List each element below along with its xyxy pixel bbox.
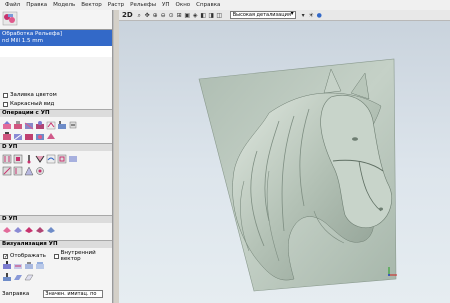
profile-icon[interactable] [2, 154, 12, 164]
shading-icon[interactable]: ▾ [300, 12, 307, 19]
menu-item[interactable]: Растр [105, 0, 127, 10]
fill-color-label: Заливка цветом [10, 92, 57, 98]
relief-model[interactable] [119, 21, 450, 303]
menu-item[interactable]: Рельефы [127, 0, 159, 10]
visualization-icon-row-2 [2, 272, 34, 282]
toolpath-op-icon[interactable] [46, 120, 56, 130]
toolpath-op-icon[interactable] [2, 131, 12, 141]
toolpath-tree-item[interactable]: Обработка Рельефа] nd Mill 1.5 mm [0, 30, 112, 46]
2d-section-title[interactable]: D УП [0, 143, 112, 151]
pocket-icon[interactable] [13, 154, 23, 164]
wireframe-row[interactable]: Каркасный вид [3, 101, 54, 107]
menu-bar: Файл Правка Модель Вектор Растр Рельефы УП Окно… [0, 0, 450, 10]
projection-icon[interactable] [46, 224, 56, 234]
engrave-icon[interactable] [46, 154, 56, 164]
menu-item[interactable]: Справка [193, 0, 223, 10]
menu-item[interactable]: Вектор [78, 0, 105, 10]
relief-machining-icon[interactable] [24, 224, 34, 234]
pan-icon[interactable]: ✥ [144, 12, 151, 19]
reset-simulation-icon[interactable] [35, 260, 45, 270]
horse-eye [352, 137, 358, 141]
toolpath-op-icon[interactable] [68, 120, 78, 130]
bottom-label: Заправка [2, 291, 30, 297]
3d-icon-row [2, 224, 56, 234]
display-label: Отображать [10, 253, 46, 259]
inlay-icon[interactable] [57, 154, 67, 164]
view-bottom-icon[interactable]: ◫ [216, 12, 223, 19]
finishing-icon[interactable] [13, 224, 23, 234]
material-icon[interactable] [13, 272, 23, 282]
toolpath-name: Обработка Рельефа] [2, 31, 63, 37]
viewport-toolbar: 2D ⌕ ✥ ⊕ ⊖ ⊙ ⊞ ▣ ◈ ◧ ◨ ◫ Высокая детализ… [119, 10, 450, 21]
toolpath-op-icon[interactable] [24, 120, 34, 130]
toolpath-tree: Обработка Рельефа] nd Mill 1.5 mm [0, 29, 112, 57]
texture-icon[interactable] [68, 154, 78, 164]
view-top-icon[interactable]: ▣ [184, 12, 191, 19]
operations-section-title[interactable]: Операции с УП [0, 109, 112, 117]
wireframe-checkbox[interactable] [3, 101, 8, 107]
vcarve-icon[interactable] [35, 154, 45, 164]
roughing-icon[interactable] [2, 224, 12, 234]
cutout-icon[interactable] [35, 166, 45, 176]
toolpath-op-icon[interactable] [46, 131, 56, 141]
view-iso-icon[interactable]: ◈ [192, 12, 199, 19]
view-left-icon[interactable]: ◧ [200, 12, 207, 19]
axis-origin [388, 274, 390, 276]
prism-icon[interactable] [24, 166, 34, 176]
simulate-region-icon[interactable] [24, 260, 34, 270]
menu-item[interactable]: Правка [23, 0, 50, 10]
simulation-combo[interactable]: Значен. имитац. по [43, 290, 104, 298]
horse-nostril [379, 207, 383, 211]
3d-section-title[interactable]: D УП [0, 215, 112, 223]
fluting-icon[interactable] [13, 166, 23, 176]
bottom-row: Заправка Значен. имитац. по [0, 286, 112, 302]
inner-vector-checkbox[interactable] [53, 253, 59, 259]
zoom-all-icon[interactable]: ⊞ [176, 12, 183, 19]
fill-color-checkbox[interactable] [3, 92, 8, 98]
toolpath-tool: nd Mill 1.5 mm [2, 38, 44, 44]
visualization-section-title[interactable]: Визуализация УП [0, 240, 112, 248]
preview-tool-icon[interactable] [2, 272, 12, 282]
3d-viewport[interactable]: 2D ⌕ ✥ ⊕ ⊖ ⊙ ⊞ ▣ ◈ ◧ ◨ ◫ Высокая детализ… [119, 10, 450, 303]
toolpath-op-icon[interactable] [35, 120, 45, 130]
simulate-fast-icon[interactable] [13, 260, 23, 270]
toolpath-op-icon[interactable] [2, 120, 12, 130]
toolpath-summary-icon[interactable] [24, 272, 34, 282]
menu-item[interactable]: УП [159, 0, 173, 10]
2d-icon-row-2 [2, 166, 45, 176]
toolpath-op-icon[interactable] [13, 131, 23, 141]
toolpath-op-icon[interactable] [35, 131, 45, 141]
relief-tool-icon[interactable] [2, 11, 20, 27]
zoom-previous-icon[interactable]: ⊙ [168, 12, 175, 19]
chamfer-icon[interactable] [2, 166, 12, 176]
toolpath-op-icon[interactable] [13, 120, 23, 130]
wireframe-label: Каркасный вид [10, 101, 55, 107]
inner-vector-label: Внутренний вектор [60, 250, 96, 262]
operations-icon-row-2 [2, 131, 56, 141]
display-checkbox[interactable] [3, 253, 8, 259]
simulate-icon[interactable] [2, 260, 12, 270]
operations-icon-row-1 [2, 120, 78, 130]
view-right-icon[interactable]: ◨ [208, 12, 215, 19]
panel-toolbar [0, 10, 112, 30]
left-panel: Обработка Рельефа] nd Mill 1.5 mm Заливк… [0, 10, 113, 303]
toolpath-op-icon[interactable] [57, 120, 67, 130]
menu-item[interactable]: Файл [2, 0, 23, 10]
help-icon[interactable]: ● [316, 12, 323, 19]
fill-color-row[interactable]: Заливка цветом [3, 92, 57, 98]
toolpath-op-icon[interactable] [24, 131, 34, 141]
visualization-icon-row-1 [2, 260, 45, 270]
lighting-icon[interactable]: ☀ [308, 12, 315, 19]
zlevel-icon[interactable] [35, 224, 45, 234]
zoom-in-icon[interactable]: ⊕ [152, 12, 159, 19]
detail-level-dropdown[interactable]: Высокая детализация [229, 11, 296, 19]
2d-icon-row-1 [2, 154, 78, 164]
menu-item[interactable]: Окно [173, 0, 194, 10]
menu-item[interactable]: Модель [50, 0, 78, 10]
zoom-out-icon[interactable]: ⊖ [160, 12, 167, 19]
zoom-icon[interactable]: ⌕ [136, 12, 143, 19]
drill-icon[interactable] [24, 154, 34, 164]
view-2d-button[interactable]: 2D [122, 11, 133, 19]
